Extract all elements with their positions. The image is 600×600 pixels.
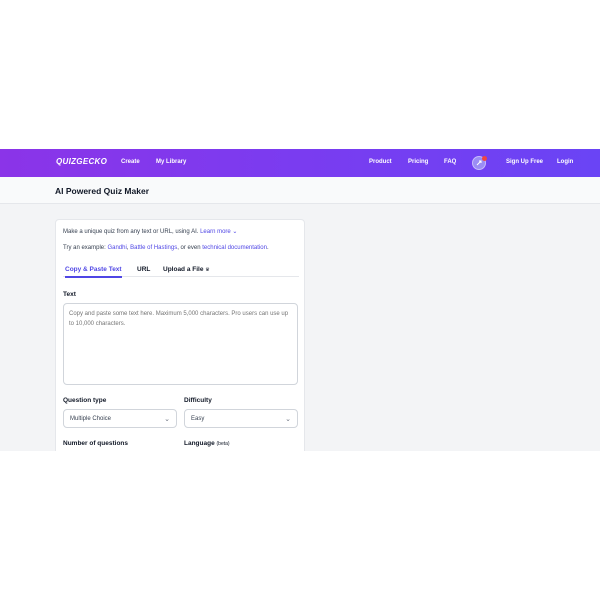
text-input[interactable] bbox=[63, 303, 298, 385]
language-beta: (beta) bbox=[216, 441, 230, 447]
question-type-select[interactable]: Multiple Choice ⌄ bbox=[63, 409, 177, 428]
logo[interactable]: QUIZGECKO bbox=[56, 157, 107, 166]
chevron-down-icon: ⌄ bbox=[285, 416, 291, 423]
intro-description: Make a unique quiz from any text or URL,… bbox=[63, 229, 199, 235]
nav-faq-link[interactable]: FAQ bbox=[444, 159, 456, 165]
difficulty-value: Easy bbox=[191, 416, 205, 422]
rocket-icon[interactable] bbox=[472, 156, 487, 170]
question-type-value: Multiple Choice bbox=[70, 416, 112, 422]
language-label-text: Language bbox=[184, 440, 215, 447]
nav-create-link[interactable]: Create bbox=[121, 159, 140, 165]
nav-library-link[interactable]: My Library bbox=[156, 159, 186, 165]
tab-upload-file[interactable]: Upload a File ♛ bbox=[163, 266, 210, 273]
example-hastings-link[interactable]: Battle of Hastings bbox=[130, 245, 177, 251]
text-label: Text bbox=[63, 291, 76, 298]
example-gandhi-link[interactable]: Gandhi bbox=[107, 245, 126, 251]
example-text: Try an example: Gandhi, Battle of Hastin… bbox=[63, 245, 269, 251]
example-prefix: Try an example: bbox=[63, 245, 106, 251]
difficulty-select[interactable]: Easy ⌄ bbox=[184, 409, 298, 428]
tab-copy-paste[interactable]: Copy & Paste Text bbox=[65, 266, 122, 278]
login-link[interactable]: Login bbox=[557, 159, 573, 165]
num-questions-label: Number of questions bbox=[63, 440, 129, 447]
tab-url[interactable]: URL bbox=[137, 266, 150, 273]
learn-more-link[interactable]: Learn more ⌄ bbox=[200, 229, 237, 235]
input-tabs: Copy & Paste Text URL Upload a File ♛ bbox=[63, 263, 299, 278]
notification-dot bbox=[482, 156, 487, 161]
nav-pricing-link[interactable]: Pricing bbox=[408, 159, 428, 165]
app-screen: QUIZGECKO Create My Library Product Pric… bbox=[0, 149, 600, 451]
page-title: AI Powered Quiz Maker bbox=[55, 186, 149, 196]
quiz-maker-card: Make a unique quiz from any text or URL,… bbox=[55, 219, 305, 451]
chevron-down-icon: ⌄ bbox=[164, 416, 170, 423]
language-label: Language (beta) bbox=[184, 440, 230, 447]
example-mid: , or even bbox=[177, 245, 201, 251]
crown-icon: ♛ bbox=[205, 267, 210, 273]
difficulty-label: Difficulty bbox=[184, 397, 212, 404]
nav-product-link[interactable]: Product bbox=[369, 159, 392, 165]
example-docs-link[interactable]: technical documentation bbox=[202, 245, 267, 251]
navbar: QUIZGECKO Create My Library Product Pric… bbox=[0, 149, 600, 177]
tab-upload-label: Upload a File bbox=[163, 266, 204, 273]
intro-text: Make a unique quiz from any text or URL,… bbox=[63, 228, 237, 235]
question-type-label: Question type bbox=[63, 397, 107, 404]
signup-button[interactable]: Sign Up Free bbox=[506, 159, 543, 165]
page-header: AI Powered Quiz Maker bbox=[0, 177, 600, 204]
